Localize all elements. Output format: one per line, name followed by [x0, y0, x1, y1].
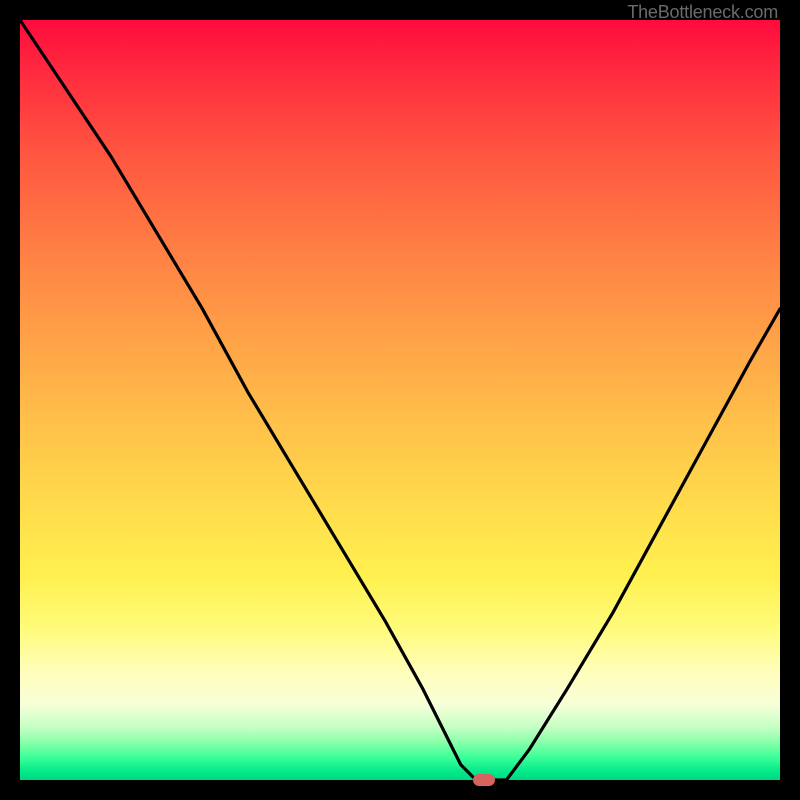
optimal-point-marker [473, 774, 495, 786]
bottleneck-curve [20, 20, 780, 780]
chart-frame: TheBottleneck.com [0, 0, 800, 800]
plot-area [20, 20, 780, 780]
